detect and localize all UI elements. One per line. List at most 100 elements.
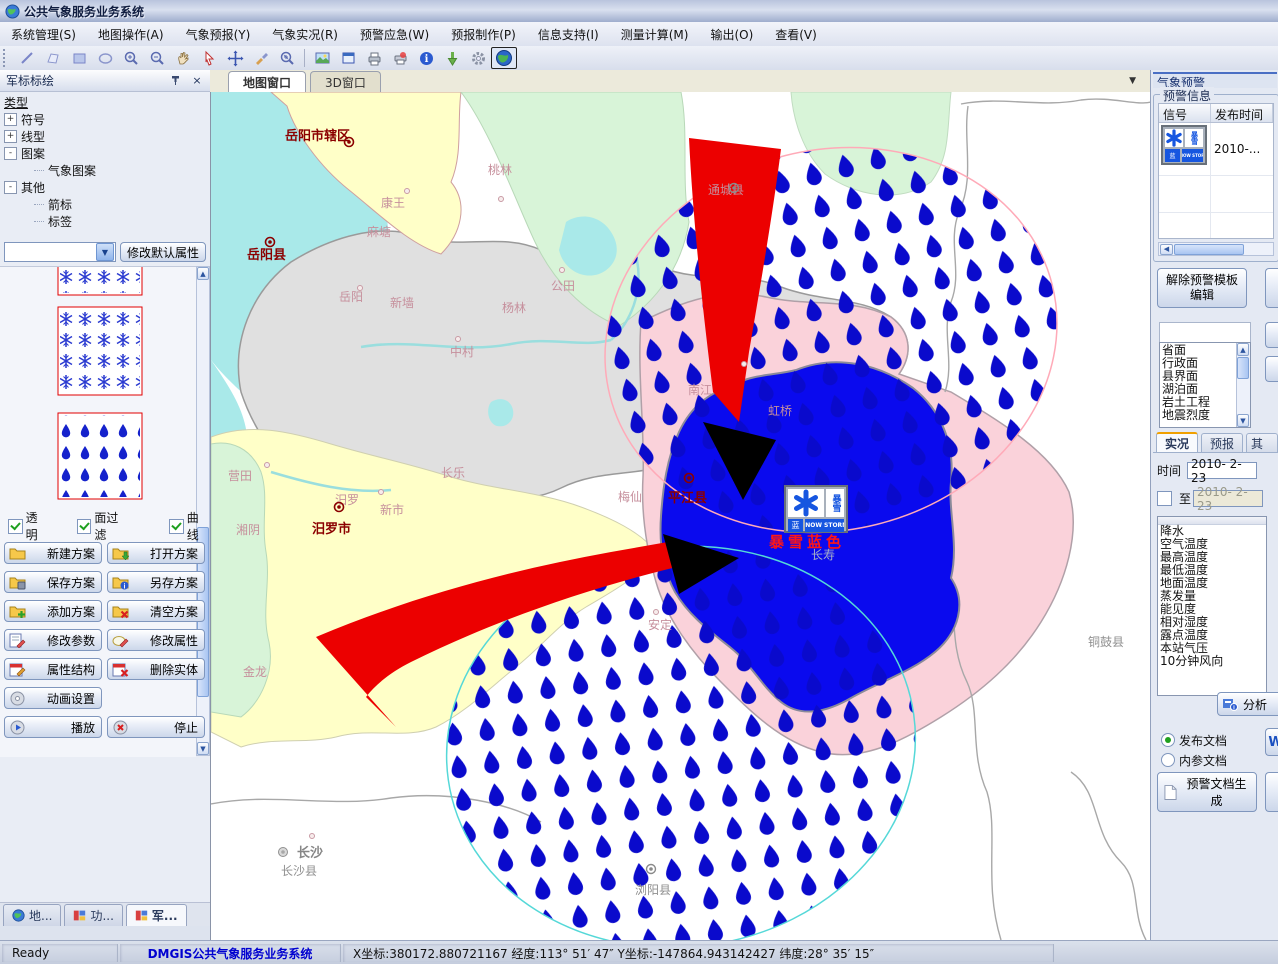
select-arrow-icon[interactable] bbox=[196, 47, 222, 69]
tab-live[interactable]: 实况 bbox=[1156, 432, 1198, 452]
to-field[interactable]: 2010- 2-23 bbox=[1193, 490, 1263, 507]
modify-params-button[interactable]: 修改参数 bbox=[4, 629, 102, 651]
pin-icon[interactable] bbox=[166, 72, 184, 90]
checkbox-icon[interactable] bbox=[1157, 491, 1172, 506]
image-icon[interactable] bbox=[309, 47, 335, 69]
tab-military-plot-panel[interactable]: 军... bbox=[126, 904, 187, 926]
draw-polygon-icon[interactable] bbox=[40, 47, 66, 69]
clipped-button[interactable] bbox=[1265, 322, 1278, 348]
tab-map-window[interactable]: 地图窗口 bbox=[228, 71, 306, 92]
save-plan-button[interactable]: 保存方案 bbox=[4, 571, 102, 593]
scroll-up-icon[interactable]: ▲ bbox=[1237, 343, 1249, 356]
cancel-warning-template-button[interactable]: 解除预警模板编辑 bbox=[1157, 268, 1247, 308]
settings-gear-icon[interactable] bbox=[465, 47, 491, 69]
scroll-down-icon[interactable]: ▼ bbox=[1237, 414, 1249, 427]
pattern-combobox[interactable]: ▼ bbox=[4, 242, 116, 262]
paint-brush-icon[interactable] bbox=[248, 47, 274, 69]
save-as-plan-button[interactable]: i另存方案 bbox=[107, 571, 205, 593]
add-plan-button[interactable]: 添加方案 bbox=[4, 600, 102, 622]
menu-item[interactable]: 信息支持(I) bbox=[527, 23, 610, 46]
draw-rectangle-icon[interactable] bbox=[66, 47, 92, 69]
generate-warning-doc-button[interactable]: 预警文档生成 bbox=[1157, 772, 1257, 812]
swatch-snowflake-partial[interactable] bbox=[58, 267, 142, 295]
swatch-raindrop[interactable] bbox=[58, 413, 142, 499]
to-checkbox[interactable] bbox=[1157, 491, 1175, 506]
zoom-out-icon[interactable] bbox=[144, 47, 170, 69]
draw-ellipse-icon[interactable] bbox=[92, 47, 118, 69]
info-icon[interactable]: i bbox=[413, 47, 439, 69]
animation-settings-button[interactable]: 动画设置 bbox=[4, 687, 102, 709]
clear-plan-button[interactable]: 清空方案 bbox=[107, 600, 205, 622]
pan-hand-icon[interactable] bbox=[170, 47, 196, 69]
clipped-button[interactable] bbox=[1265, 356, 1278, 382]
expand-icon[interactable]: + bbox=[4, 113, 17, 126]
tab-forecast[interactable]: 预报 bbox=[1201, 433, 1243, 452]
radio-icon[interactable] bbox=[1161, 733, 1175, 747]
col-signal[interactable]: 信号 bbox=[1159, 104, 1211, 122]
expand-icon[interactable]: + bbox=[4, 130, 17, 143]
window-icon[interactable] bbox=[335, 47, 361, 69]
menu-item[interactable]: 地图操作(A) bbox=[87, 23, 175, 46]
tab-function-panel[interactable]: 功... bbox=[64, 904, 122, 926]
menu-item[interactable]: 系统管理(S) bbox=[0, 23, 87, 46]
tree-item-other[interactable]: -其他 bbox=[4, 179, 204, 196]
modify-default-attrs-button[interactable]: 修改默认属性 bbox=[120, 242, 206, 262]
print-preview-icon[interactable] bbox=[387, 47, 413, 69]
chevron-down-icon[interactable]: ▼ bbox=[96, 243, 114, 261]
open-plan-button[interactable]: 打开方案 bbox=[107, 542, 205, 564]
tabstrip-dropdown-icon[interactable]: ▼ bbox=[1129, 76, 1136, 86]
tree-item-symbol[interactable]: +符号 bbox=[4, 111, 204, 128]
scrollbar-thumb[interactable] bbox=[1174, 244, 1244, 255]
stop-button[interactable]: 停止 bbox=[107, 716, 205, 738]
zoom-in-icon[interactable] bbox=[118, 47, 144, 69]
print-icon[interactable] bbox=[361, 47, 387, 69]
layer-scrollbar[interactable]: ▲ ▼ bbox=[1236, 343, 1250, 427]
close-icon[interactable]: × bbox=[188, 72, 206, 90]
internal-doc-radio[interactable]: 内参文档 bbox=[1161, 750, 1227, 770]
table-row-empty[interactable] bbox=[1159, 213, 1273, 239]
menu-item[interactable]: 输出(O) bbox=[699, 23, 764, 46]
play-button[interactable]: 播放 bbox=[4, 716, 102, 738]
modify-attrs-button[interactable]: 修改属性 bbox=[107, 629, 205, 651]
menu-item[interactable]: 气象预报(Y) bbox=[175, 23, 262, 46]
globe-tool-icon[interactable] bbox=[491, 47, 517, 69]
collapse-icon[interactable]: - bbox=[4, 147, 17, 160]
zoom-extent-icon[interactable] bbox=[274, 47, 300, 69]
clipped-button[interactable] bbox=[1265, 268, 1278, 308]
tree-item-arrow[interactable]: 箭标 bbox=[4, 196, 204, 213]
tab-3d-window[interactable]: 3D窗口 bbox=[310, 71, 381, 92]
tree-item-pattern[interactable]: -图案 bbox=[4, 145, 204, 162]
table-hscrollbar[interactable]: ◀ bbox=[1158, 242, 1274, 256]
transparent-checkbox[interactable]: 透明 bbox=[8, 509, 49, 543]
menu-item[interactable]: 预报制作(P) bbox=[440, 23, 527, 46]
download-arrow-icon[interactable] bbox=[439, 47, 465, 69]
table-row-empty[interactable] bbox=[1159, 176, 1273, 213]
tree-item-label[interactable]: 标签 bbox=[4, 213, 204, 230]
layer-item[interactable]: 地震烈度 bbox=[1162, 409, 1234, 422]
checkbox-icon[interactable] bbox=[77, 519, 92, 534]
layer-listbox[interactable]: 省面行政面县界面湖泊面岩土工程地震烈度 ▲ ▼ bbox=[1159, 342, 1251, 428]
checkbox-icon[interactable] bbox=[8, 519, 23, 534]
table-row[interactable]: 暴雪 蓝 SNOW STORM 2010-... bbox=[1159, 123, 1273, 176]
collapse-icon[interactable]: - bbox=[4, 181, 17, 194]
menu-item[interactable]: 查看(V) bbox=[764, 23, 828, 46]
scrollbar-thumb[interactable] bbox=[1237, 357, 1249, 379]
clipped-button[interactable] bbox=[1265, 772, 1278, 812]
element-item[interactable]: 10分钟风向 bbox=[1158, 655, 1266, 668]
col-publish-time[interactable]: 发布时间 bbox=[1211, 104, 1273, 122]
toolbar-grip[interactable] bbox=[3, 49, 11, 67]
publish-doc-radio[interactable]: 发布文档 bbox=[1161, 730, 1227, 750]
tab-other[interactable]: 其 bbox=[1246, 433, 1278, 452]
snowstorm-sign[interactable]: 暴雪 蓝 SNOW STORM bbox=[784, 485, 848, 533]
checkbox-icon[interactable] bbox=[169, 519, 184, 534]
scroll-up-icon[interactable]: ▲ bbox=[197, 267, 209, 280]
delete-entity-button[interactable]: 删除实体 bbox=[107, 658, 205, 680]
menu-item[interactable]: 气象实况(R) bbox=[261, 23, 349, 46]
word-button[interactable]: W bbox=[1265, 728, 1278, 756]
warning-table[interactable]: 信号 发布时间 暴雪 蓝 SNOW STORM 2010-... bbox=[1158, 103, 1274, 239]
analyze-button[interactable]: i 分析 bbox=[1217, 692, 1278, 716]
time-field[interactable]: 2010- 2-23 bbox=[1187, 462, 1257, 479]
tree-item-linetype[interactable]: +线型 bbox=[4, 128, 204, 145]
face-filter-checkbox[interactable]: 面过滤 bbox=[77, 509, 129, 543]
swatch-snowflake[interactable] bbox=[58, 307, 142, 395]
